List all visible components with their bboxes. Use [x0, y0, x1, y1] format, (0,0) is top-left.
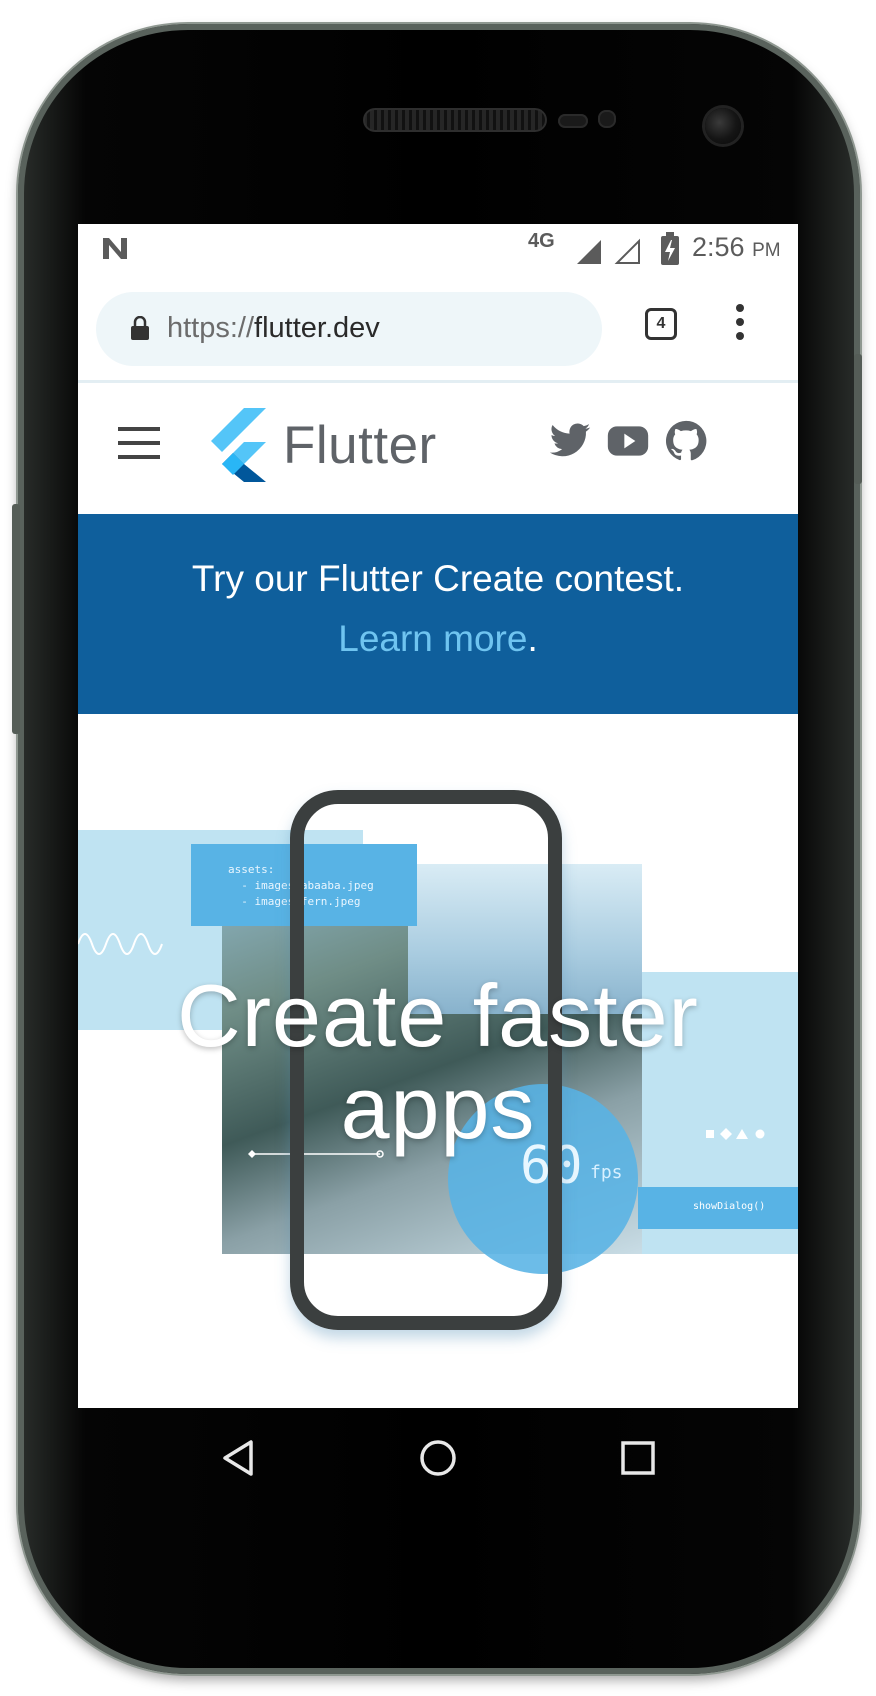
home-icon[interactable] — [418, 1438, 458, 1478]
hero-title-line2: apps — [340, 1058, 536, 1157]
site-header: Flutter — [78, 383, 798, 501]
volume-button — [854, 354, 862, 484]
battery-charging-icon — [661, 232, 679, 265]
lock-icon — [131, 316, 149, 340]
banner-link-line: Learn more. — [78, 618, 798, 660]
wave-graphic — [78, 933, 163, 955]
android-nav-bar — [78, 1408, 798, 1508]
fps-unit: fps — [590, 1162, 623, 1183]
address-bar[interactable]: https://flutter.dev — [96, 292, 602, 366]
network-type: 4G — [528, 230, 555, 252]
power-button — [12, 504, 20, 734]
url-host: flutter.dev — [254, 312, 380, 344]
flutter-logo-icon[interactable] — [204, 408, 266, 482]
tab-switcher-button[interactable]: 4 — [645, 308, 677, 340]
twitter-icon[interactable] — [548, 419, 592, 463]
brand-name[interactable]: Flutter — [283, 415, 437, 476]
signal-empty-icon — [614, 238, 640, 264]
banner-link-suffix: . — [527, 618, 538, 659]
youtube-icon[interactable] — [606, 419, 650, 463]
n-icon — [103, 238, 127, 259]
clock-ampm: PM — [752, 240, 781, 261]
url-scheme: https:// — [167, 312, 255, 344]
learn-more-link[interactable]: Learn more — [338, 618, 527, 659]
url-text: https://flutter.dev — [167, 312, 380, 345]
signal-icon — [577, 240, 601, 264]
hero-section: assets: - images/abaaba.jpeg - images/fe… — [78, 714, 798, 1408]
browser-toolbar: https://flutter.dev 4 — [78, 274, 798, 383]
hero-title-line1: Create faster — [177, 966, 699, 1065]
earpiece-speaker — [363, 108, 547, 132]
github-icon[interactable] — [664, 419, 708, 463]
overflow-menu-icon[interactable] — [734, 304, 746, 344]
clock: 2:56 PM — [692, 232, 781, 262]
front-camera — [705, 108, 741, 144]
phone-screen: 4G 2:56 PM https://flutter.dev 4 Flutter… — [78, 224, 798, 1408]
back-icon[interactable] — [219, 1438, 259, 1478]
proximity-sensor — [558, 114, 588, 128]
hamburger-menu-icon[interactable] — [118, 427, 160, 459]
contest-banner: Try our Flutter Create contest. Learn mo… — [78, 514, 798, 714]
recents-icon[interactable] — [618, 1438, 658, 1478]
show-dialog-code: showDialog() — [693, 1201, 766, 1212]
banner-text: Try our Flutter Create contest. — [191, 558, 685, 599]
light-sensor — [598, 110, 616, 128]
status-bar: 4G 2:56 PM — [78, 224, 798, 274]
